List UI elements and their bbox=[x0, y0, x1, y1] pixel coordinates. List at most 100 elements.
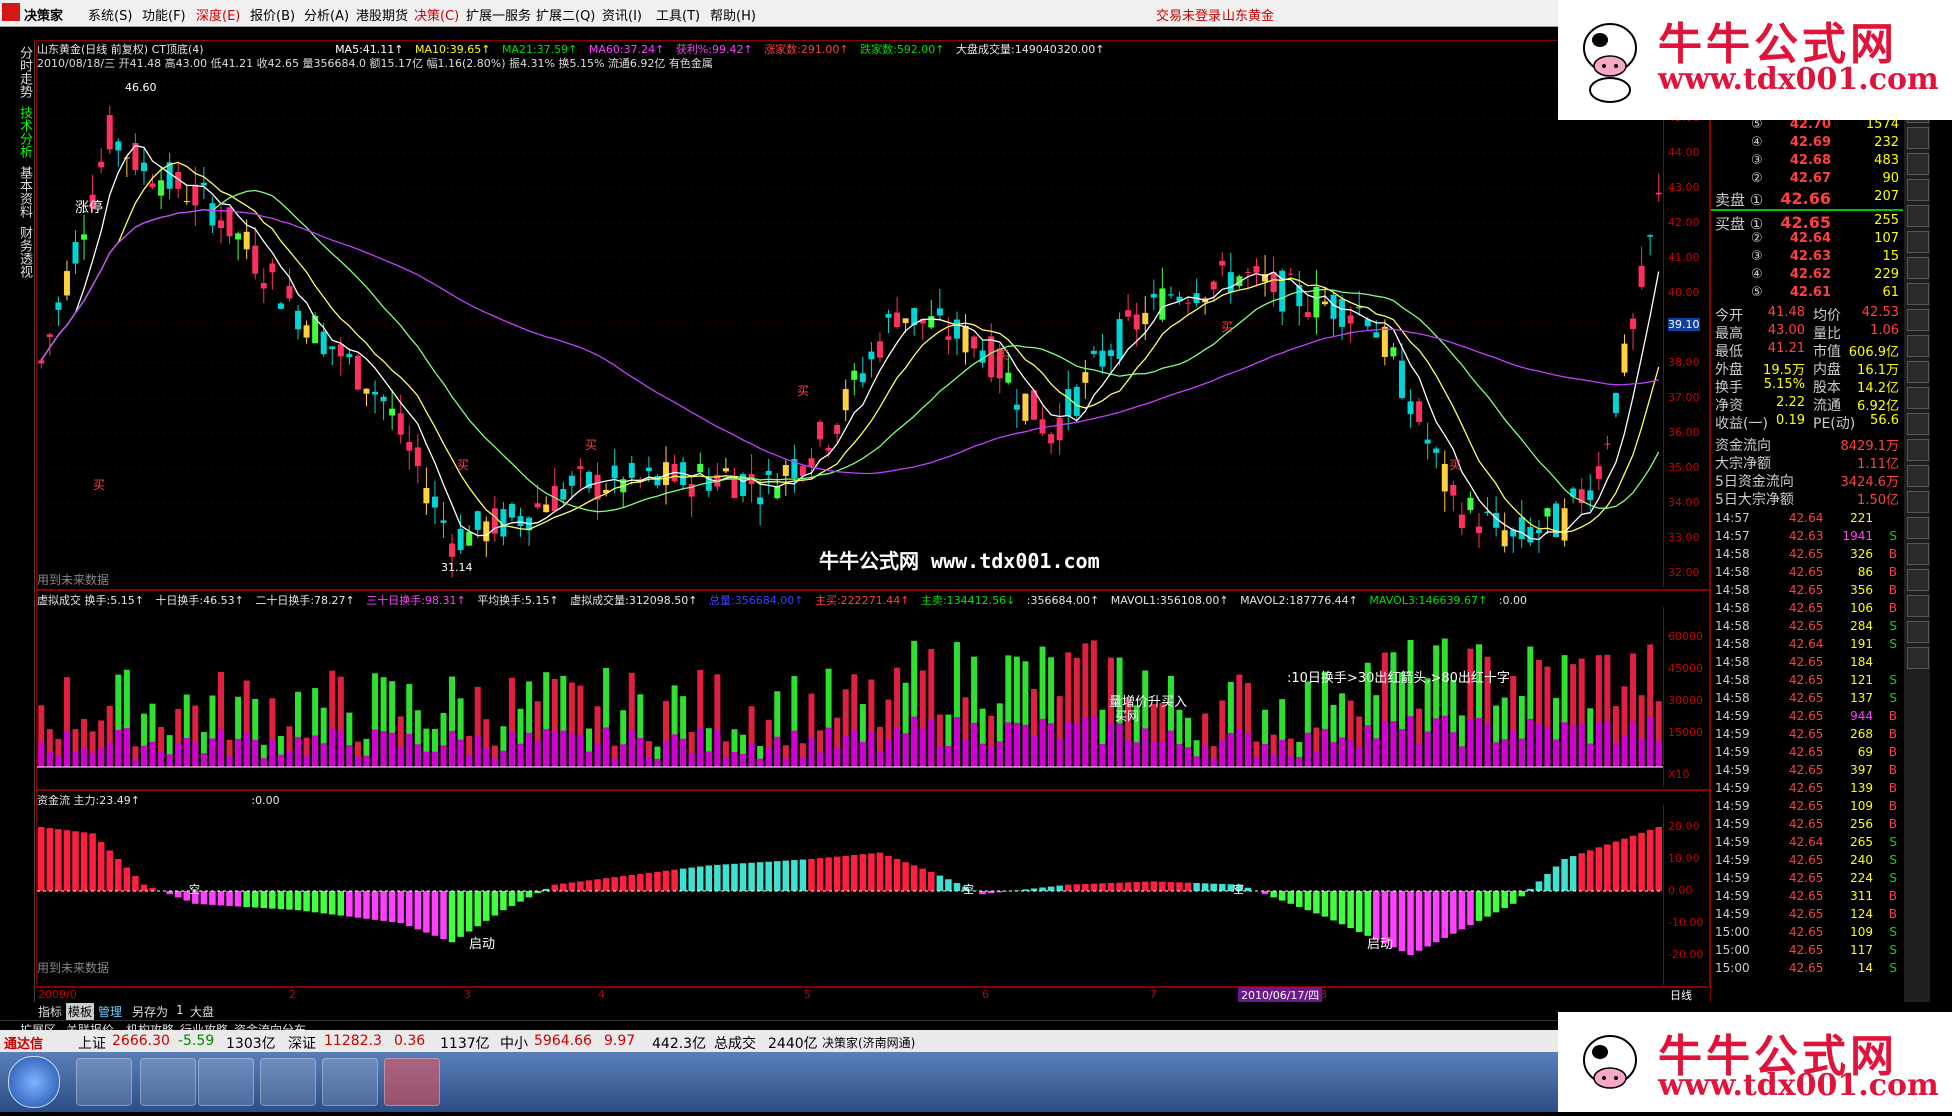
volume-tick: 45000 bbox=[1668, 662, 1703, 675]
tab-basic-info[interactable]: 基本资料 bbox=[14, 166, 32, 218]
volume-sub-bar bbox=[1151, 742, 1157, 767]
volume-sub-bar bbox=[124, 728, 130, 767]
toolbar-icon[interactable] bbox=[1907, 153, 1929, 175]
candlestick-chart[interactable]: 买买买买买买买 bbox=[37, 69, 1663, 587]
flow-bar bbox=[1339, 891, 1346, 924]
menu-system[interactable]: 系统(S) bbox=[88, 5, 132, 24]
brand-label: 通达信 bbox=[4, 1033, 43, 1052]
menu-function[interactable]: 功能(F) bbox=[142, 5, 186, 24]
toolbar-icon[interactable] bbox=[1907, 309, 1929, 331]
toolbar-icon[interactable] bbox=[1907, 621, 1929, 643]
menu-news[interactable]: 资讯(I) bbox=[602, 5, 642, 24]
tab-intraday[interactable]: 分时走势 bbox=[14, 46, 32, 98]
toolbar-icon[interactable] bbox=[1907, 231, 1929, 253]
quote-cell: PE(动) bbox=[1813, 413, 1855, 433]
ie-task-icon[interactable] bbox=[260, 1058, 316, 1106]
candle-body bbox=[509, 504, 515, 518]
volume-sub-bar bbox=[90, 753, 96, 767]
toolbar-icon[interactable] bbox=[1907, 569, 1929, 591]
tab-market[interactable]: 大盘 bbox=[190, 1003, 214, 1020]
toolbar-icon[interactable] bbox=[1907, 283, 1929, 305]
toolbar-icon[interactable] bbox=[1907, 465, 1929, 487]
tab-save-as[interactable]: 另存为 bbox=[132, 1003, 168, 1020]
menu-depth[interactable]: 深度(E) bbox=[196, 5, 240, 24]
tab-template[interactable]: 模板 bbox=[66, 1003, 94, 1020]
volume-sub-bar bbox=[1202, 746, 1208, 767]
menu-ext1[interactable]: 扩展一服务 bbox=[466, 5, 531, 24]
price-tick: 35.00 bbox=[1668, 461, 1700, 474]
sh-name[interactable]: 上证 bbox=[78, 1033, 106, 1053]
volume-sub-bar bbox=[492, 758, 498, 767]
fund-flow-row: 5日资金流向3424.6万 bbox=[1711, 471, 1903, 489]
main-chart-panel[interactable]: 山东黄金(日线 前复权) CT顶底(4) MA5:41.11↑ MA10:39.… bbox=[36, 40, 1710, 590]
price-axis: 46.0045.0044.0043.0042.0041.0040.0039.10… bbox=[1663, 69, 1710, 587]
quote-cell: 14:57 bbox=[1715, 511, 1750, 525]
window-task-icon[interactable] bbox=[198, 1058, 254, 1106]
fund-flow-bars[interactable] bbox=[37, 805, 1663, 985]
server-label[interactable]: 决策家(济南网通) bbox=[822, 1034, 915, 1051]
toolbar-icon[interactable] bbox=[1907, 179, 1929, 201]
toolbar-icon[interactable] bbox=[1907, 335, 1929, 357]
decision-task-icon[interactable] bbox=[384, 1058, 440, 1106]
volume-sub-bar bbox=[398, 747, 404, 767]
candle-body bbox=[278, 303, 284, 309]
fund-flow-panel[interactable]: 资金流 主力:23.49↑ :0.00 启动 启动 空 空 空 用到未来数据 2… bbox=[36, 790, 1710, 988]
tab-technical[interactable]: 技术分析 bbox=[14, 106, 32, 158]
quote-cell: 14:58 bbox=[1715, 619, 1750, 633]
toolbar-icon[interactable] bbox=[1907, 205, 1929, 227]
price-tick: 33.00 bbox=[1668, 531, 1700, 544]
price-tick: 44.00 bbox=[1668, 146, 1700, 159]
menu-analysis[interactable]: 分析(A) bbox=[304, 5, 349, 24]
tab-indicator[interactable]: 指标 bbox=[38, 1003, 62, 1020]
quote-cell: 255 bbox=[1874, 213, 1899, 228]
flow-bar bbox=[1476, 891, 1483, 921]
total-volume-readout: 总量:356684.00↑ bbox=[709, 594, 803, 607]
volume-bars[interactable] bbox=[37, 607, 1663, 787]
quote-cell: 5.15% bbox=[1764, 377, 1805, 392]
volume-sub-bar bbox=[1373, 738, 1379, 767]
menu-ext2[interactable]: 扩展二(Q) bbox=[536, 5, 595, 24]
volume-sub-bar bbox=[1254, 757, 1260, 767]
app-task-icon[interactable] bbox=[322, 1058, 378, 1106]
candle-body bbox=[1339, 299, 1345, 327]
menu-tools[interactable]: 工具(T) bbox=[656, 5, 700, 24]
candle-body bbox=[295, 311, 301, 330]
tab-manage[interactable]: 管理 bbox=[98, 1003, 122, 1020]
quote-cell: 42.65 bbox=[1789, 691, 1823, 705]
menu-help[interactable]: 帮助(H) bbox=[710, 5, 756, 24]
volume-sub-bar bbox=[1057, 739, 1063, 767]
toolbar-icon[interactable] bbox=[1907, 439, 1929, 461]
menu-quote[interactable]: 报价(B) bbox=[250, 5, 295, 24]
period-label[interactable]: 日线 bbox=[1670, 987, 1692, 1003]
flow-bar bbox=[1356, 891, 1363, 932]
toolbar-icon[interactable] bbox=[1907, 361, 1929, 383]
toolbar-icon[interactable] bbox=[1907, 517, 1929, 539]
toolbar-icon[interactable] bbox=[1907, 595, 1929, 617]
toolbar-icon[interactable] bbox=[1907, 543, 1929, 565]
tab-one[interactable]: 1 bbox=[176, 1003, 184, 1017]
volume-sub-bar bbox=[629, 729, 635, 767]
volume-sub-bar bbox=[1639, 738, 1645, 767]
flow-bar bbox=[800, 860, 807, 891]
menu-hk-futures[interactable]: 港股期货 bbox=[356, 5, 408, 24]
explorer-task-icon[interactable] bbox=[76, 1058, 132, 1106]
tab-financial[interactable]: 财务透视 bbox=[14, 226, 32, 278]
candle-body bbox=[766, 471, 772, 475]
start-button[interactable] bbox=[8, 1056, 60, 1108]
toolbar-icon[interactable] bbox=[1907, 127, 1929, 149]
volume-panel[interactable]: 虚拟成交 换手:5.15↑ 十日换手:46.53↑ 二十日换手:78.27↑ 三… bbox=[36, 590, 1710, 790]
toolbar-icon[interactable] bbox=[1907, 387, 1929, 409]
volume-sub-bar bbox=[903, 733, 909, 767]
flow-bar bbox=[620, 876, 627, 891]
toolbar-icon[interactable] bbox=[1907, 257, 1929, 279]
toolbar-icon[interactable] bbox=[1907, 413, 1929, 435]
trade-status[interactable]: 交易未登录 bbox=[1156, 5, 1221, 24]
notepad-task-icon[interactable] bbox=[140, 1058, 196, 1106]
ma-line bbox=[41, 162, 1658, 532]
toolbar-icon[interactable] bbox=[1907, 491, 1929, 513]
sz-name[interactable]: 深证 bbox=[288, 1033, 316, 1053]
menu-decision[interactable]: 决策(C) bbox=[414, 5, 459, 24]
sme-name[interactable]: 中小 bbox=[500, 1033, 528, 1053]
toolbar-icon[interactable] bbox=[1907, 647, 1929, 669]
candle-body bbox=[1621, 344, 1627, 373]
